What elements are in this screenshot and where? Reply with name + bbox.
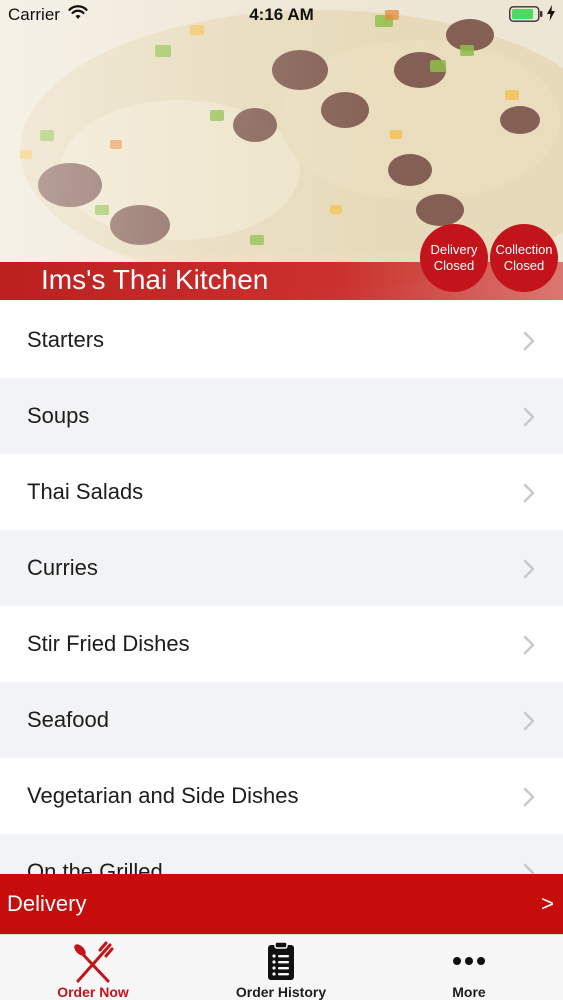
chevron-right-icon	[523, 559, 535, 579]
screen: Carrier 4:16 AM Ims's Thai Kitchen Deliv…	[0, 0, 563, 1000]
charging-bolt-icon	[547, 5, 555, 21]
tab-order-now[interactable]: Order Now	[23, 935, 163, 1000]
fork-knife-icon	[74, 941, 114, 983]
tab-bar: Order Now Order History More	[0, 934, 563, 1000]
chevron-right-icon	[523, 635, 535, 655]
tab-label: More	[452, 984, 486, 1000]
chevron-right-icon	[523, 407, 535, 427]
chevron-right-icon	[523, 483, 535, 503]
delivery-mode-label: Delivery	[7, 891, 87, 916]
hero-banner: Carrier 4:16 AM Ims's Thai Kitchen Deliv…	[0, 0, 563, 300]
menu-category-seafood[interactable]: Seafood	[0, 682, 563, 758]
delivery-status-line2: Closed	[433, 258, 475, 273]
menu-category-list: Starters Soups Thai Salads Curries Stir …	[0, 302, 563, 910]
battery-icon	[509, 6, 543, 22]
delivery-mode-button[interactable]: Delivery >	[0, 874, 563, 934]
menu-category-stir-fried-dishes[interactable]: Stir Fried Dishes	[0, 606, 563, 682]
restaurant-title: Ims's Thai Kitchen	[41, 264, 269, 295]
tab-label: Order Now	[57, 984, 129, 1000]
menu-category-soups[interactable]: Soups	[0, 378, 563, 454]
delivery-status-line1: Delivery	[430, 242, 478, 257]
chevron-right-icon	[523, 711, 535, 731]
menu-category-label: Starters	[27, 327, 105, 352]
menu-category-label: Curries	[27, 555, 98, 580]
menu-category-label: Soups	[27, 403, 90, 428]
tab-label: Order History	[235, 984, 327, 1000]
menu-category-label: Vegetarian and Side Dishes	[27, 783, 299, 808]
chevron-right-icon	[523, 787, 535, 807]
chevron-right-icon: >	[541, 891, 554, 916]
menu-category-starters[interactable]: Starters	[0, 302, 563, 378]
tab-more[interactable]: More	[399, 935, 539, 1000]
clock: 4:16 AM	[249, 5, 314, 24]
collection-status-badge: Collection Closed	[490, 224, 558, 292]
more-dots-icon	[453, 957, 485, 965]
collection-status-line2: Closed	[503, 258, 545, 273]
status-bar: Carrier 4:16 AM	[0, 0, 563, 30]
menu-category-thai-salads[interactable]: Thai Salads	[0, 454, 563, 530]
tab-order-history[interactable]: Order History	[211, 935, 351, 1000]
chevron-right-icon	[523, 331, 535, 351]
clipboard-list-icon	[268, 941, 294, 980]
menu-category-label: Seafood	[27, 707, 109, 732]
menu-category-label: Thai Salads	[27, 479, 144, 504]
menu-category-label: Stir Fried Dishes	[27, 631, 190, 656]
collection-status-line1: Collection	[495, 242, 553, 257]
delivery-status-badge: Delivery Closed	[420, 224, 488, 292]
menu-category-vegetarian-side-dishes[interactable]: Vegetarian and Side Dishes	[0, 758, 563, 834]
menu-category-curries[interactable]: Curries	[0, 530, 563, 606]
